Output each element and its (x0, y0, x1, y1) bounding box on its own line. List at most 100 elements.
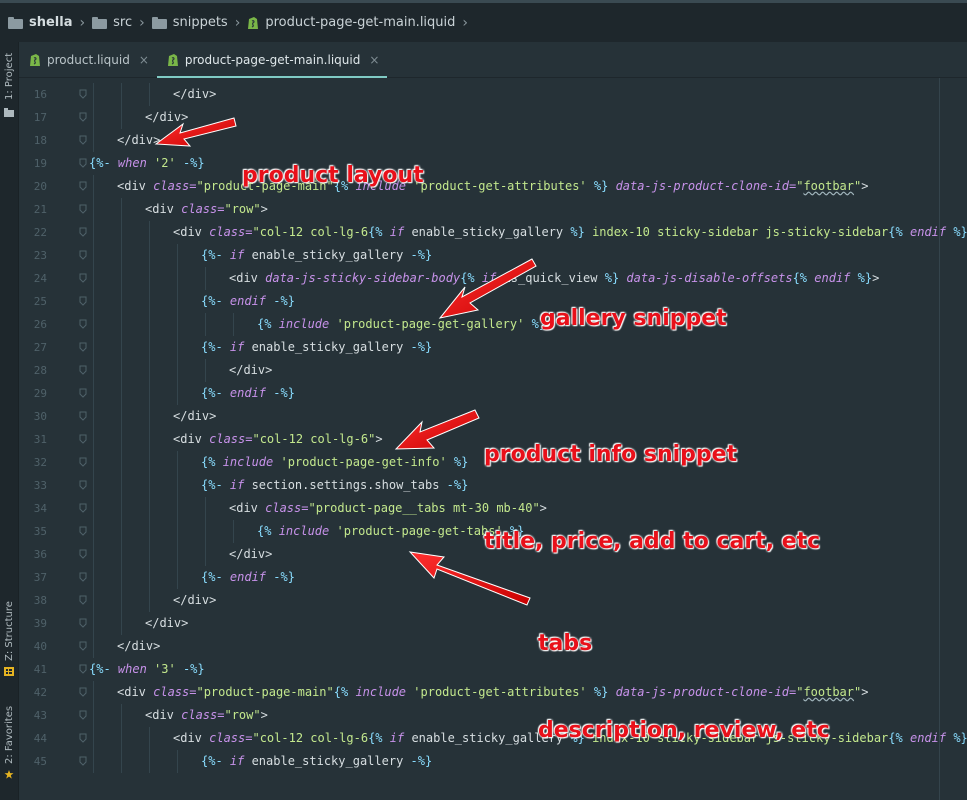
fold-marker-icon[interactable] (79, 296, 87, 306)
fold-marker-icon[interactable] (79, 618, 87, 628)
code-token: </div> (229, 547, 273, 561)
breadcrumb-item-shella[interactable]: shella (8, 15, 73, 30)
code-line[interactable]: 32 {% include 'product-page-get-info' %} (19, 451, 967, 474)
fold-marker-icon[interactable] (79, 181, 87, 191)
fold-marker-icon[interactable] (79, 411, 87, 421)
fold-marker-icon[interactable] (79, 756, 87, 766)
code-line[interactable]: 28 </div> (19, 359, 967, 382)
close-icon[interactable]: × (369, 53, 379, 67)
code-token: endif (909, 225, 947, 239)
fold-marker-icon[interactable] (79, 733, 87, 743)
fold-marker-icon[interactable] (79, 204, 87, 214)
code-line[interactable]: 35 {% include 'product-page-get-tabs' %} (19, 520, 967, 543)
code-line[interactable]: 30 </div> (19, 405, 967, 428)
code-line[interactable]: 38 </div> (19, 589, 967, 612)
fold-marker-icon[interactable] (79, 595, 87, 605)
fold-marker-icon[interactable] (79, 273, 87, 283)
fold-marker-icon[interactable] (79, 158, 87, 168)
code-token: {% (257, 524, 279, 538)
code-line[interactable]: 23 {%- if enable_sticky_gallery -%} (19, 244, 967, 267)
code-line[interactable]: 29 {%- endif -%} (19, 382, 967, 405)
code-line[interactable]: 16 </div> (19, 83, 967, 106)
code-line[interactable]: 37 {%- endif -%} (19, 566, 967, 589)
tab-product-liquid[interactable]: product.liquid × (19, 42, 157, 77)
code-editor[interactable]: 16 </div> 17 </div> 18 </div> 19 {%- when '2' -… (19, 78, 967, 800)
breadcrumb-item-file[interactable]: product-page-get-main.liquid (247, 15, 455, 30)
code-text: {%- if section.settings.show_tabs -%} (201, 474, 468, 497)
code-text: </div> (117, 635, 160, 658)
code-token: endif (814, 271, 851, 285)
code-token: "product-page-main" (196, 179, 334, 193)
code-token: footbar (803, 685, 855, 699)
code-line[interactable]: 20 <div class="product-page-main"{% inclu… (19, 175, 967, 198)
code-token: "col-12 col-lg-6 (252, 731, 369, 745)
indent-guide (149, 221, 150, 244)
code-line[interactable]: 45 {%- if enable_sticky_gallery -%} (19, 750, 967, 773)
tool-window-favorites[interactable]: 2: Favorites (1, 702, 18, 768)
code-line[interactable]: 41 {%- when '3' -%} (19, 658, 967, 681)
code-line[interactable]: 25 {%- endif -%} (19, 290, 967, 313)
indent-guide (121, 497, 122, 520)
close-icon[interactable]: × (139, 53, 149, 67)
fold-marker-icon[interactable] (79, 250, 87, 260)
fold-marker-icon[interactable] (79, 112, 87, 122)
indent-guide (205, 313, 206, 336)
code-line[interactable]: 18 </div> (19, 129, 967, 152)
code-line[interactable]: 17 </div> (19, 106, 967, 129)
indent-guide (177, 290, 178, 313)
code-text: {% include 'product-page-get-gallery' %} (257, 313, 546, 336)
fold-marker-icon[interactable] (79, 89, 87, 99)
code-line[interactable]: 44 <div class="col-12 col-lg-6{% if enabl… (19, 727, 967, 750)
code-line[interactable]: 34 <div class="product-page__tabs mt-30 m… (19, 497, 967, 520)
fold-marker-icon[interactable] (79, 135, 87, 145)
code-line[interactable]: 24 <div data-js-sticky-sidebar-body{% if … (19, 267, 967, 290)
code-text: <div class="col-12 col-lg-6{% if enable_… (173, 221, 967, 244)
code-line[interactable]: 26 {% include 'product-page-get-gallery' … (19, 313, 967, 336)
breadcrumb-item-src[interactable]: src (92, 15, 132, 30)
fold-marker-icon[interactable] (79, 457, 87, 467)
fold-marker-icon[interactable] (79, 641, 87, 651)
code-token: {%- (201, 248, 230, 262)
line-number: 22 (33, 226, 47, 239)
fold-marker-icon[interactable] (79, 227, 87, 237)
line-number: 37 (33, 571, 47, 584)
code-line[interactable]: 21 <div class="row"> (19, 198, 967, 221)
line-number: 43 (33, 709, 47, 722)
fold-marker-icon[interactable] (79, 342, 87, 352)
fold-marker-icon[interactable] (79, 549, 87, 559)
fold-marker-icon[interactable] (79, 480, 87, 490)
fold-marker-icon[interactable] (79, 503, 87, 513)
code-token: "col-12 col-lg-6" (252, 432, 376, 446)
code-line[interactable]: 39 </div> (19, 612, 967, 635)
fold-marker-icon[interactable] (79, 687, 87, 697)
indent-guide (149, 83, 150, 106)
fold-marker-icon[interactable] (79, 710, 87, 720)
fold-marker-icon[interactable] (79, 664, 87, 674)
fold-marker-icon[interactable] (79, 572, 87, 582)
code-token: enable_sticky_gallery (244, 754, 411, 768)
code-line[interactable]: 19 {%- when '2' -%} (19, 152, 967, 175)
tool-window-structure[interactable]: Z: Structure (1, 598, 18, 664)
fold-marker-icon[interactable] (79, 388, 87, 398)
editor-tab-bar: product.liquid × product-page-get-main.l… (19, 42, 967, 78)
code-token: {% (368, 225, 390, 239)
tool-window-project[interactable]: 1: Project (1, 46, 18, 106)
fold-marker-icon[interactable] (79, 319, 87, 329)
code-line[interactable]: 43 <div class="row"> (19, 704, 967, 727)
code-line[interactable]: 33 {%- if section.settings.show_tabs -%} (19, 474, 967, 497)
code-line[interactable]: 36 </div> (19, 543, 967, 566)
fold-marker-icon[interactable] (79, 365, 87, 375)
indent-guide (93, 589, 94, 612)
fold-marker-icon[interactable] (79, 526, 87, 536)
code-line[interactable]: 42 <div class="product-page-main"{% inclu… (19, 681, 967, 704)
code-line[interactable]: 31 <div class="col-12 col-lg-6"> (19, 428, 967, 451)
breadcrumb-item-snippets[interactable]: snippets (151, 15, 228, 30)
code-line[interactable]: 27 {%- if enable_sticky_gallery -%} (19, 336, 967, 359)
code-line[interactable]: 40 </div> (19, 635, 967, 658)
code-token: %} (850, 271, 873, 285)
fold-marker-icon[interactable] (79, 434, 87, 444)
tab-product-page-get-main-liquid[interactable]: product-page-get-main.liquid × (156, 42, 388, 78)
code-line[interactable]: 22 <div class="col-12 col-lg-6{% if enabl… (19, 221, 967, 244)
indent-guide (149, 750, 150, 773)
